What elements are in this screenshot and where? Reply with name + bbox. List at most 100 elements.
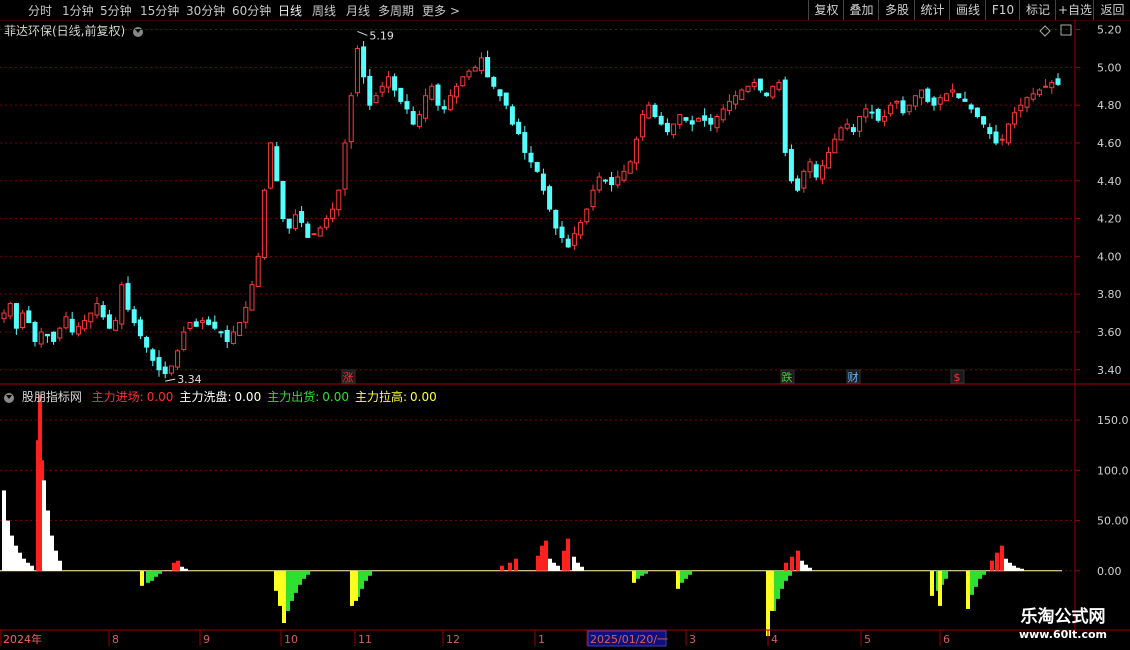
indicator-bar-series-3: [938, 570, 942, 606]
candle-body: [602, 179, 608, 182]
time-label-1: 8: [112, 633, 119, 646]
indicator-bar-series-2: [776, 570, 780, 599]
indicator-bar-series-1: [804, 564, 808, 571]
indicator-tick-label: 50.00: [1097, 515, 1129, 528]
candle-body: [69, 318, 75, 333]
candle-body: [1018, 104, 1024, 112]
candle-body: [770, 85, 776, 98]
indicator-field-1: 主力洗盘: 0.00: [179, 390, 261, 404]
indicator-bar-series-2: [150, 570, 154, 581]
indicator-bar-series-2: [158, 570, 162, 574]
candle-body: [330, 208, 336, 219]
candle-body: [187, 322, 193, 330]
candle-body: [509, 106, 515, 125]
candle-body: [565, 238, 571, 248]
candle-body: [658, 115, 664, 125]
indicator-field-value: 0.00: [146, 390, 174, 404]
candle-body: [503, 92, 509, 106]
indicator-bar-series-3: [676, 570, 680, 589]
indicator-bar-series-0: [790, 556, 794, 571]
candle-body: [1036, 89, 1042, 96]
time-label-4: 11: [358, 633, 372, 646]
indicator-field-value: 0.00: [234, 390, 262, 404]
indicator-bars: [0, 395, 1062, 637]
candle-body: [863, 108, 869, 118]
candle-body: [292, 214, 298, 229]
indicator-field-2: 主力出货: 0.00: [267, 390, 349, 404]
candle-body: [168, 365, 174, 374]
indicator-bar-series-0: [796, 550, 800, 571]
candle-body: [993, 131, 999, 144]
candle-body: [317, 227, 323, 237]
candle-body: [646, 104, 652, 119]
candle-body: [447, 95, 453, 111]
candlestick-series: [1, 40, 1061, 379]
indicator-bar-series-1: [30, 565, 34, 571]
indicator-bar-series-2: [306, 570, 310, 575]
indicator-bar-series-0: [784, 562, 788, 571]
candle-body: [801, 170, 807, 189]
candle-body: [652, 104, 658, 118]
candle-body: [20, 312, 26, 329]
candle-body: [578, 221, 584, 236]
indicator-bar-series-3: [282, 570, 286, 623]
candle-body: [218, 331, 224, 334]
candle-body: [950, 89, 956, 93]
candle-body: [193, 321, 199, 327]
indicator-bar-series-0: [500, 565, 504, 571]
candle-body: [850, 127, 856, 133]
candle-body: [757, 78, 763, 91]
indicator-bar-series-0: [508, 562, 512, 571]
candle-body: [677, 114, 683, 125]
indicator-bar-series-3: [930, 570, 934, 596]
candle-body: [237, 322, 243, 336]
price-tick-label: 4.60: [1097, 137, 1122, 150]
indicator-tick-label: 0.00: [1097, 565, 1122, 578]
indicator-bar-series-1: [46, 510, 50, 571]
indicator-bar-series-1: [22, 558, 26, 571]
indicator-bar-series-1: [548, 558, 552, 571]
candle-body: [472, 66, 478, 72]
indicator-field-0: 主力进场: 0.00: [92, 390, 174, 404]
candle-body: [832, 138, 838, 154]
indicator-bar-series-0: [536, 555, 540, 571]
indicator-bar-series-1: [1012, 565, 1016, 571]
indicator-bar-series-3: [770, 570, 774, 611]
indicator-bar-series-0: [562, 550, 566, 571]
indicator-field-label: 主力进场:: [91, 390, 144, 404]
candle-body: [968, 104, 974, 110]
candle-body: [813, 164, 819, 178]
indicator-bar-series-2: [688, 570, 692, 575]
time-label-0: 2024年: [3, 632, 42, 646]
candle-body: [640, 114, 646, 138]
indicator-dropdown-icon[interactable]: [4, 392, 14, 403]
candle-body: [1024, 97, 1030, 108]
indicator-bar-series-2: [982, 570, 986, 575]
indicator-bar-series-3: [140, 570, 144, 586]
candle-body: [106, 314, 112, 329]
indicator-bar-series-2: [788, 570, 792, 576]
candle-body: [348, 95, 354, 143]
candle-body: [162, 366, 168, 375]
candle-body: [987, 127, 993, 135]
indicator-bar-series-1: [14, 545, 18, 571]
candle-body: [125, 283, 131, 310]
candle-body: [274, 146, 280, 182]
candle-body: [44, 333, 50, 337]
candle-body: [906, 104, 912, 113]
candle-body: [404, 101, 410, 110]
candle-body: [807, 161, 813, 173]
candle-body: [137, 319, 143, 337]
candle-body: [683, 117, 689, 121]
watermark-title: 乐淘公式网: [1020, 607, 1106, 627]
indicator-bar-series-2: [294, 570, 298, 593]
candle-body: [912, 95, 918, 107]
candle-body: [336, 189, 342, 211]
candle-body: [206, 319, 212, 325]
candle-body: [943, 93, 949, 102]
indicator-bar-series-2: [298, 570, 302, 585]
candle-body: [13, 303, 19, 329]
candle-body: [956, 93, 962, 99]
candle-body: [534, 162, 540, 172]
candle-body: [416, 114, 422, 127]
